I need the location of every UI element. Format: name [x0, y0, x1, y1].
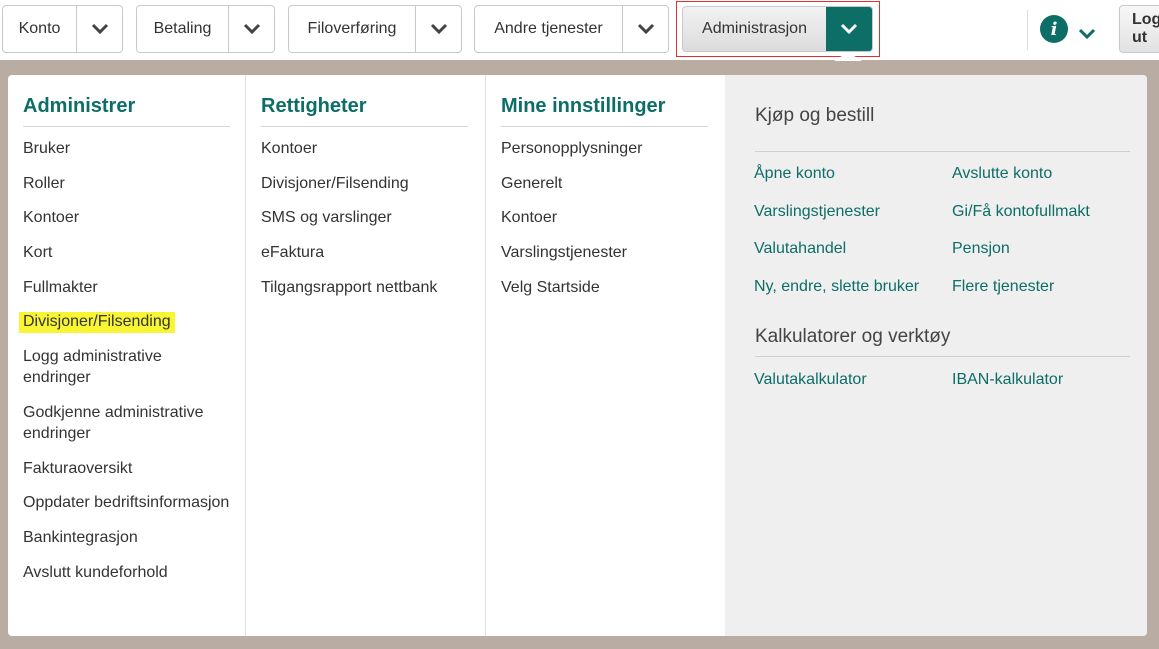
chevron-down-icon[interactable]: [826, 7, 872, 51]
menu-item[interactable]: Divisjoner/Filsending: [261, 173, 471, 194]
nav-betaling[interactable]: Betaling: [136, 5, 275, 53]
service-link[interactable]: Ny, endre, slette bruker: [754, 276, 952, 297]
logout-button[interactable]: Logg ut: [1119, 5, 1159, 53]
menu-item[interactable]: Velg Startside: [501, 277, 711, 298]
nav-filoverforing[interactable]: Filoverføring: [288, 5, 462, 53]
service-link[interactable]: Gi/Få kontofullmakt: [952, 201, 1142, 222]
nav-administrasjon-label: Administrasjon: [702, 20, 807, 37]
menu-item[interactable]: Oppdater bedriftsinformasjon: [23, 492, 233, 513]
service-link[interactable]: Pensjon: [952, 238, 1142, 259]
menu-item-label: Divisjoner/Filsending: [261, 174, 409, 192]
kalkulatorer-heading: Kalkulatorer og verktøy: [755, 326, 1130, 357]
chevron-down-icon[interactable]: [1078, 28, 1096, 40]
nav-betaling-label: Betaling: [153, 20, 212, 37]
kjop-og-bestill-heading: Kjøp og bestill: [755, 105, 1130, 152]
menu-item[interactable]: Personopplysninger: [501, 138, 711, 159]
nav-filoverforing-label: Filoverføring: [307, 20, 397, 37]
menu-item-label: Fullmakter: [23, 278, 98, 296]
nav-andre-tjenester-label: Andre tjenester: [494, 20, 603, 37]
menu-item-label: Kontoer: [23, 209, 80, 227]
service-link[interactable]: IBAN-kalkulator: [952, 369, 1142, 390]
service-link[interactable]: Flere tjenester: [952, 276, 1142, 297]
menu-item[interactable]: Generelt: [501, 173, 711, 194]
service-link[interactable]: Avslutte konto: [952, 163, 1142, 184]
menu-item-label: Logg administrative endringer: [23, 348, 162, 387]
menu-item[interactable]: Kontoer: [501, 207, 711, 228]
menu-item[interactable]: Kontoer: [23, 207, 233, 228]
kjop-og-bestill-links: Åpne konto Avslutte konto Varslingstjenest…: [754, 163, 1144, 297]
menu-item-label: Generelt: [501, 174, 563, 192]
menu-item[interactable]: Bankintegrasjon: [23, 527, 233, 548]
menu-item-label: Fakturaoversikt: [23, 459, 133, 477]
menu-item-label: Kontoer: [501, 209, 558, 227]
menu-item[interactable]: Fakturaoversikt: [23, 458, 233, 479]
menu-item[interactable]: Godkjenne administrative endringer: [23, 402, 233, 444]
nav-administrasjon[interactable]: Administrasjon: [682, 6, 873, 52]
menu-item-label: Bruker: [23, 140, 71, 157]
administrasjon-dropdown: Administrer Bruker Roller Kontoer Kort Fullm…: [8, 75, 1147, 636]
menu-item-label: Bankintegrasjon: [23, 528, 138, 546]
nav-konto[interactable]: Konto: [2, 5, 123, 53]
column-heading: Administrer: [23, 95, 230, 127]
service-link[interactable]: Åpne konto: [754, 163, 952, 184]
menu-item[interactable]: Tilgangsrapport nettbank: [261, 277, 471, 298]
menu-item[interactable]: Roller: [23, 173, 233, 194]
service-link[interactable]: Valutakalkulator: [754, 369, 952, 390]
menu-column-rettigheter: Rettigheter Kontoer Divisjoner/Filsending…: [246, 75, 486, 636]
top-navigation: Konto Betaling Filoverføring Andre tjene…: [0, 0, 1159, 60]
menu-list: Personopplysninger Generelt Kontoer Varslin…: [501, 138, 711, 311]
menu-item[interactable]: Fullmakter: [23, 277, 233, 298]
menu-list: Bruker Roller Kontoer Kort Fullmakter Divisjo…: [19, 138, 233, 596]
column-heading: Mine innstillinger: [501, 95, 708, 127]
side-panel: Kjøp og bestill Åpne konto Avslutte konto…: [725, 75, 1147, 636]
chevron-down-icon[interactable]: [622, 6, 668, 52]
menu-item[interactable]: eFaktura: [261, 242, 471, 263]
nav-konto-label: Konto: [18, 20, 61, 37]
menu-item-label: Personopplysninger: [501, 140, 643, 157]
menu-item[interactable]: Varslingstjenester: [501, 242, 711, 263]
menu-item-label: Roller: [23, 174, 65, 192]
menu-pointer: [834, 52, 862, 61]
menu-item-label: Divisjoner/Filsending: [19, 312, 175, 334]
menu-item-label: Kort: [23, 244, 53, 262]
menu-item[interactable]: Kort: [23, 242, 233, 263]
menu-item[interactable]: Avslutt kundeforhold: [23, 562, 233, 583]
menu-item-label: Tilgangsrapport nettbank: [261, 278, 438, 296]
service-link[interactable]: Varslingstjenester: [754, 201, 952, 222]
menu-item-label: Kontoer: [261, 140, 318, 157]
menu-item[interactable]: Logg administrative endringer: [23, 346, 233, 388]
column-heading: Rettigheter: [261, 95, 468, 127]
kalkulatorer-links: Valutakalkulator IBAN-kalkulator: [754, 369, 1144, 390]
menu-column-mine-innstillinger: Mine innstillinger Personopplysninger Gen…: [486, 75, 725, 636]
menu-item-label: Avslutt kundeforhold: [23, 563, 168, 581]
menu-item-label: Velg Startside: [501, 278, 600, 296]
menu-item[interactable]: Divisjoner/Filsending: [19, 311, 233, 334]
menu-item-label: eFaktura: [261, 244, 325, 262]
menu-item[interactable]: SMS og varslinger: [261, 207, 471, 228]
info-icon[interactable]: i: [1040, 15, 1068, 43]
chevron-down-icon[interactable]: [76, 6, 122, 52]
menu-list: Kontoer Divisjoner/Filsending SMS og varsl…: [261, 138, 471, 311]
chevron-down-icon[interactable]: [415, 6, 461, 52]
service-link[interactable]: Valutahandel: [754, 238, 952, 259]
menu-item-label: Godkjenne administrative endringer: [23, 403, 204, 442]
menu-item[interactable]: Kontoer: [261, 138, 471, 159]
menu-item-label: Oppdater bedriftsinformasjon: [23, 494, 230, 512]
menu-column-administrer: Administrer Bruker Roller Kontoer Kort Fullm…: [8, 75, 246, 636]
menu-item[interactable]: Bruker: [23, 138, 233, 159]
nav-divider: [1027, 10, 1028, 50]
menu-item-label: SMS og varslinger: [261, 209, 392, 227]
nav-andre-tjenester[interactable]: Andre tjenester: [474, 5, 669, 53]
menu-item-label: Varslingstjenester: [501, 244, 627, 262]
chevron-down-icon[interactable]: [228, 6, 274, 52]
